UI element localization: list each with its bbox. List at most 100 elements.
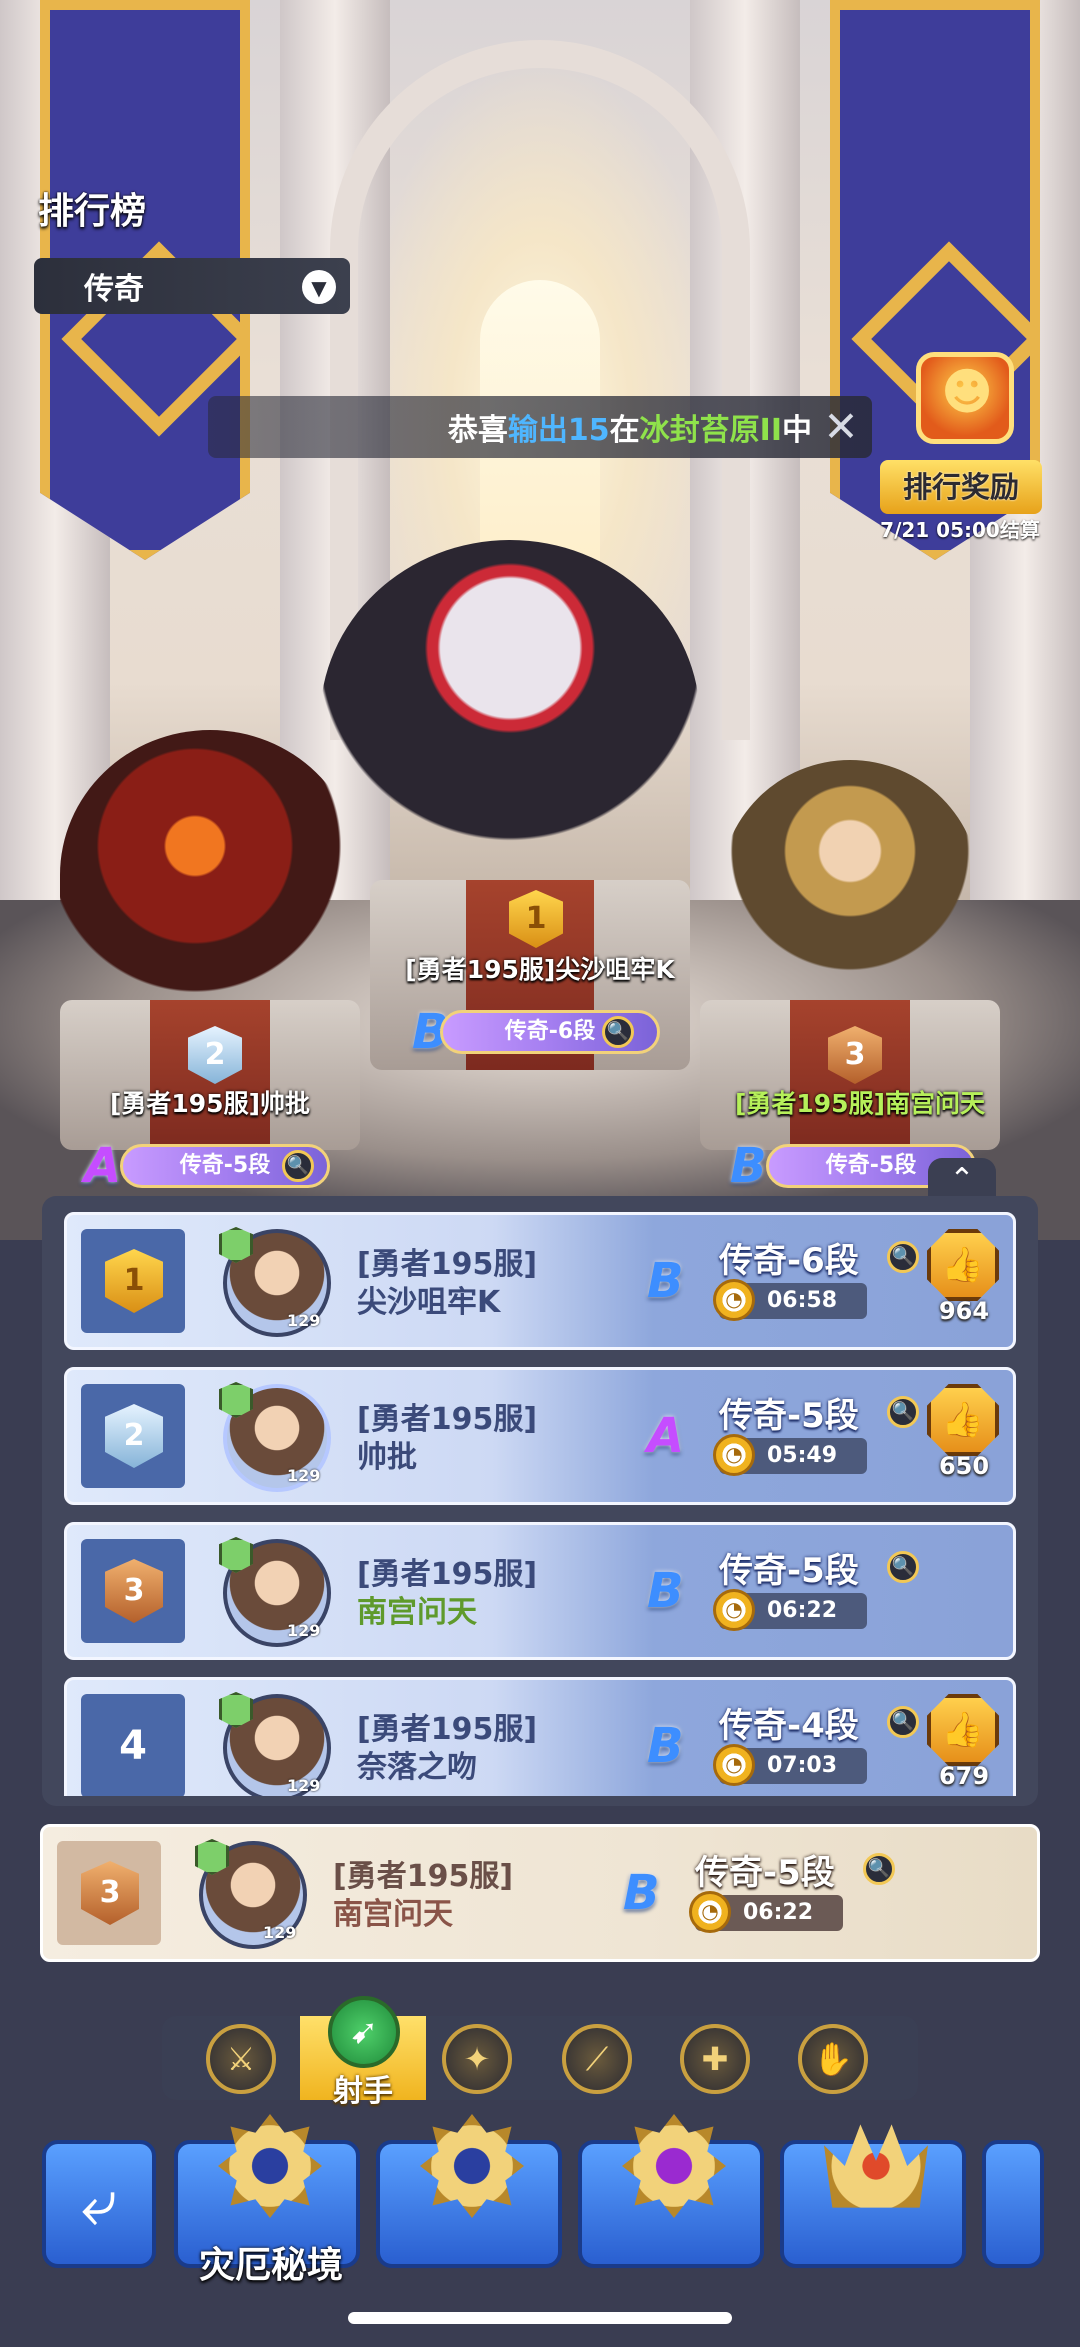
- tier-label: 传奇-6段: [719, 1241, 859, 1281]
- tier-label: 传奇-5段: [719, 1551, 859, 1591]
- tab-archer[interactable]: ➹ 射手: [300, 1996, 426, 2109]
- marquee-prefix: 恭喜: [447, 413, 508, 448]
- avatar[interactable]: 129: [195, 1839, 307, 1949]
- grade-a-icon: A: [647, 1408, 685, 1464]
- table-row[interactable]: 3 129 [勇者195服] 南宫问天 B 传奇-5段 ◔ 06:22 🔍: [64, 1522, 1016, 1660]
- clear-time: ◔ 07:03: [713, 1744, 867, 1786]
- class-shield-icon: [219, 1382, 253, 1418]
- class-shield-icon: [219, 1537, 253, 1573]
- page-title: 排行榜: [38, 191, 147, 232]
- player-name: 尖沙咀牢K: [357, 1285, 501, 1320]
- tab-archer-label: 射手: [333, 2074, 393, 2109]
- crown-emblem-icon: [824, 2124, 928, 2208]
- tier-label: 传奇-5段: [719, 1396, 859, 1436]
- podium-2-name: [勇者195服]帅批: [109, 1089, 311, 1118]
- thumbs-up-icon: 👍: [927, 1694, 999, 1766]
- clear-time: ◔ 06:22: [713, 1589, 867, 1631]
- player-level: 129: [263, 1923, 297, 1942]
- archer-bow-icon: ➹: [328, 1996, 400, 2068]
- player-name: 帅批: [357, 1440, 417, 1475]
- class-tab-bar: ⚔ ✦ ⟋ ✚ ✋: [162, 2016, 918, 2100]
- tier-dropdown[interactable]: 传奇 ▼: [34, 258, 350, 314]
- search-icon[interactable]: 🔍: [282, 1150, 314, 1182]
- mode-tab[interactable]: [376, 2114, 562, 2268]
- hero-rank-1[interactable]: [320, 540, 700, 900]
- grade-b-icon: B: [647, 1253, 684, 1309]
- purple-eye-emblem-icon: [622, 2114, 726, 2218]
- like-button[interactable]: 👍 964: [925, 1229, 1001, 1325]
- marquee-suffix: 中: [782, 413, 812, 448]
- clock-icon: ◔: [713, 1589, 755, 1631]
- home-indicator: [348, 2312, 732, 2324]
- class-shield-icon: [219, 1227, 253, 1263]
- clock-icon: ◔: [713, 1744, 755, 1786]
- mage-staff-icon[interactable]: ✦: [442, 2024, 512, 2094]
- search-icon[interactable]: 🔍: [887, 1241, 919, 1273]
- table-row[interactable]: 1 129 [勇者195服] 尖沙咀牢K B 传奇-6段 ◔ 06:58 🔍 👍…: [64, 1212, 1016, 1350]
- clear-time: ◔ 06:22: [689, 1891, 843, 1933]
- time-value: 06:22: [743, 1900, 814, 1925]
- clock-icon: ◔: [713, 1434, 755, 1476]
- marquee-player: 输出15: [507, 413, 610, 448]
- rank-reward-button[interactable]: 排行奖励 7/21 05:00结算: [880, 352, 1042, 542]
- clear-time: ◔ 05:49: [713, 1434, 867, 1476]
- thumbs-up-icon: 👍: [927, 1229, 999, 1301]
- reward-label: 排行奖励: [880, 460, 1042, 514]
- grade-a-icon: A: [84, 1138, 122, 1194]
- player-level: 129: [287, 1466, 321, 1485]
- podium-3-name: [勇者195服]南宫问天: [734, 1089, 986, 1118]
- collapse-list-button[interactable]: ⌃: [928, 1158, 996, 1198]
- back-button[interactable]: ⤶: [42, 2140, 156, 2268]
- warrior-axe-icon[interactable]: ⚔: [206, 2024, 276, 2094]
- mode-calamity-realm[interactable]: 灾厄秘境: [174, 2114, 360, 2286]
- search-icon[interactable]: 🔍: [887, 1396, 919, 1428]
- close-icon[interactable]: ✕: [820, 406, 862, 448]
- clock-icon: ◔: [689, 1891, 731, 1933]
- like-count: 964: [938, 1297, 990, 1325]
- clock-icon: ◔: [713, 1279, 755, 1321]
- rank-badge: 1: [105, 1249, 163, 1313]
- marquee-mid: 在: [609, 413, 640, 448]
- mode-label: 灾厄秘境: [198, 2245, 343, 2286]
- rank-badge: 3: [81, 1861, 139, 1925]
- cross-shield-icon[interactable]: ✚: [680, 2024, 750, 2094]
- avatar[interactable]: 129: [219, 1692, 331, 1796]
- mode-tab[interactable]: [780, 2124, 966, 2268]
- search-icon[interactable]: 🔍: [602, 1016, 634, 1048]
- my-rank-row[interactable]: 3 129 [勇者195服] 南宫问天 B 传奇-5段 ◔ 06:22 🔍: [40, 1824, 1040, 1962]
- avatar[interactable]: 129: [219, 1382, 331, 1492]
- player-name: 南宫问天: [357, 1595, 477, 1630]
- avatar[interactable]: 129: [219, 1537, 331, 1647]
- like-count: 650: [938, 1452, 990, 1480]
- rank-box: 1: [81, 1229, 185, 1333]
- grade-b-icon: B: [623, 1865, 660, 1921]
- rank-badge: 3: [105, 1559, 163, 1623]
- realm-emblem-icon: [218, 2114, 322, 2218]
- like-button[interactable]: 👍 679: [925, 1694, 1001, 1790]
- grade-b-icon: B: [730, 1138, 767, 1194]
- like-button[interactable]: 👍 650: [925, 1384, 1001, 1480]
- time-value: 06:22: [767, 1598, 838, 1623]
- search-icon[interactable]: 🔍: [887, 1551, 919, 1583]
- blade-icon[interactable]: ⟋: [562, 2024, 632, 2094]
- rank-box: 4: [81, 1694, 185, 1796]
- hero-rank-2[interactable]: [60, 730, 360, 1020]
- table-row[interactable]: 2 129 [勇者195服] 帅批 A 传奇-5段 ◔ 05:49 🔍 👍 65…: [64, 1367, 1016, 1505]
- search-icon[interactable]: 🔍: [887, 1706, 919, 1738]
- class-shield-icon: [195, 1839, 229, 1875]
- ranking-list[interactable]: 1 129 [勇者195服] 尖沙咀牢K B 传奇-6段 ◔ 06:58 🔍 👍…: [42, 1196, 1038, 1806]
- mode-tab[interactable]: [578, 2114, 764, 2268]
- rank-box: 2: [81, 1384, 185, 1488]
- mode-tab-partial[interactable]: [982, 2140, 1044, 2268]
- table-row[interactable]: 4 129 [勇者195服] 奈落之吻 B 传奇-4段 ◔ 07:03 🔍 👍 …: [64, 1677, 1016, 1796]
- tier-label: 传奇-4段: [719, 1706, 859, 1746]
- treasure-chest-icon: [916, 352, 1014, 444]
- player-level: 129: [287, 1621, 321, 1640]
- grade-b-icon: B: [647, 1718, 684, 1774]
- grade-b-icon: B: [647, 1563, 684, 1619]
- magic-hand-icon[interactable]: ✋: [798, 2024, 868, 2094]
- player-name: 奈落之吻: [357, 1750, 477, 1785]
- search-icon[interactable]: 🔍: [863, 1853, 895, 1885]
- avatar[interactable]: 129: [219, 1227, 331, 1337]
- hero-rank-3[interactable]: [720, 760, 980, 1020]
